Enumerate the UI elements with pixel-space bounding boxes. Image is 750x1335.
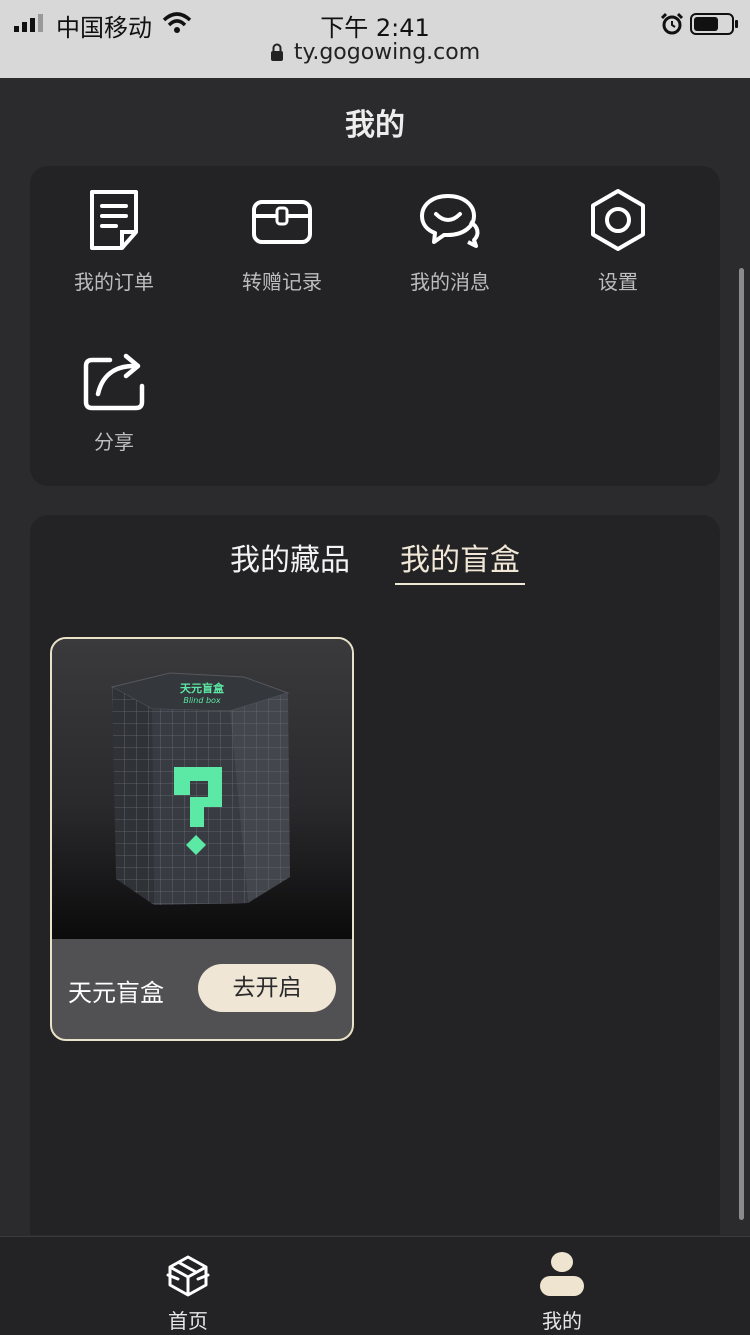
url-text: ty.gogowing.com: [293, 40, 481, 65]
nav-item-label: 我的: [542, 1309, 582, 1333]
blind-box-name: 天元盲盒: [68, 979, 164, 1007]
user-icon: [540, 1252, 584, 1296]
battery-icon: [690, 13, 738, 35]
url-bar[interactable]: ty.gogowing.com: [0, 40, 750, 65]
blind-box-card[interactable]: 天元盲盒 Blind box 天元盲盒 去开启: [50, 637, 354, 1041]
blind-box-image: 天元盲盒 Blind box: [52, 639, 352, 939]
nav-item-profile[interactable]: 我的: [502, 1249, 622, 1334]
menu-item-label: 转赠记录: [242, 270, 322, 294]
nav-item-label: 首页: [168, 1309, 208, 1333]
box-top-subtitle: Blind box: [183, 696, 221, 705]
active-tab-indicator: [395, 583, 525, 585]
menu-item-share[interactable]: 分享: [30, 348, 198, 455]
message-bubble-icon: [420, 194, 480, 248]
open-box-button[interactable]: 去开启: [198, 964, 336, 1012]
bottom-navigation: 首页 我的: [0, 1236, 750, 1335]
scrollbar[interactable]: [739, 268, 744, 1220]
home-box-icon: [166, 1255, 210, 1297]
lock-icon: [270, 43, 283, 61]
blind-box-illustration: 天元盲盒 Blind box: [110, 672, 290, 905]
menu-item-messages[interactable]: 我的消息: [366, 188, 534, 295]
status-time: 下午 2:41: [320, 14, 430, 42]
page-title: 我的: [345, 108, 405, 143]
nav-item-home[interactable]: 首页: [128, 1249, 248, 1334]
settings-hexagon-icon: [591, 189, 645, 251]
menu-item-label: 设置: [598, 270, 638, 294]
share-icon: [83, 353, 145, 411]
collection-panel: 我的藏品 我的盲盒 天元盲盒 Blind box 天元盲盒 去开启: [30, 515, 720, 1235]
menu-item-label: 我的消息: [410, 270, 490, 294]
menu-item-orders[interactable]: 我的订单: [30, 188, 198, 295]
status-row: 中国移动 下午 2:41: [0, 4, 750, 42]
menu-item-label: 分享: [94, 430, 134, 454]
browser-status-bar: 中国移动 下午 2:41 ty.gogowing.com: [0, 0, 750, 78]
menu-item-transfer-records[interactable]: 转赠记录: [198, 188, 366, 295]
menu-item-label: 我的订单: [74, 270, 154, 294]
menu-item-settings[interactable]: 设置: [534, 188, 702, 295]
box-top-title: 天元盲盒: [180, 681, 225, 695]
menu-panel: 我的订单 转赠记录 我的消息 设置 分享: [30, 166, 720, 486]
tab-my-blind-boxes[interactable]: 我的盲盒: [400, 535, 520, 579]
tab-my-collections[interactable]: 我的藏品: [230, 535, 350, 579]
alarm-icon: [660, 12, 684, 35]
order-document-icon: [90, 190, 138, 250]
gift-box-icon: [252, 200, 312, 244]
